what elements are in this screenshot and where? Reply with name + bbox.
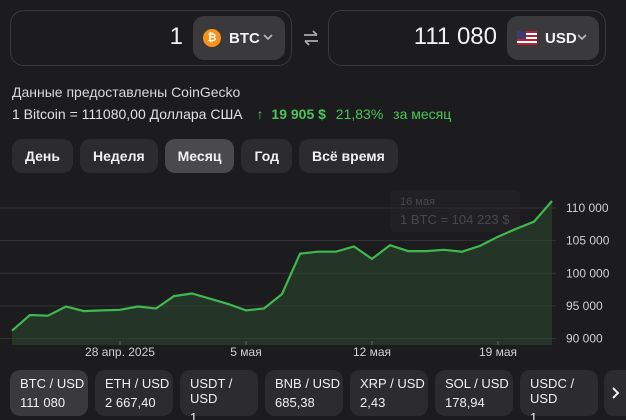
pair-value: 2 667,40 [105, 395, 156, 410]
arrow-up-icon: ↑ [256, 106, 264, 122]
pair-card-sol[interactable]: SOL / USD 178,94 [435, 370, 513, 416]
price-chart[interactable]: 16 мая 1 BTC = 104 223 $ 110 000 105 000 1… [0, 185, 626, 365]
chevron-down-icon [263, 34, 273, 41]
rate-change: 19 905 $ [271, 106, 326, 122]
chevron-down-icon [577, 34, 587, 41]
swap-icon[interactable] [300, 27, 322, 49]
rate-text: 1 Bitcoin = 111080,00 Доллара США [12, 106, 243, 122]
to-currency-select[interactable]: USD [507, 16, 599, 60]
y-tick-label: 90 000 [566, 331, 603, 345]
to-amount-input[interactable]: 111 080 [414, 23, 497, 51]
period-all-button[interactable]: Всё время [298, 139, 398, 173]
rate-percent: 21,83% [335, 106, 384, 122]
to-box: 111 080 USD [328, 10, 606, 66]
pair-card-usdt[interactable]: USDT / USD 1 [180, 370, 258, 420]
pair-card-bnb[interactable]: BNB / USD 685,38 [265, 370, 343, 416]
rate-line: 1 Bitcoin = 111080,00 Доллара США ↑ 19 9… [12, 106, 451, 122]
x-tick-label: 12 мая [353, 345, 391, 359]
to-currency-label: USD [545, 29, 577, 47]
period-year-button[interactable]: Год [241, 139, 292, 173]
pair-value: 2,43 [360, 395, 386, 410]
pair-card-xrp[interactable]: XRP / USD 2,43 [350, 370, 428, 416]
from-currency-select[interactable]: ₿ BTC [193, 16, 285, 60]
tooltip-value: 1 BTC = 104 223 $ [400, 212, 510, 227]
pair-value: 111 080 [20, 395, 66, 410]
pair-name: ETH / USD [105, 376, 170, 391]
scroll-right-button[interactable] [604, 370, 626, 416]
y-tick-label: 100 000 [566, 266, 610, 280]
pair-value: 1 [530, 410, 538, 420]
us-flag-icon [517, 31, 537, 45]
pair-name: USDC / USD [530, 376, 575, 406]
pair-name: BNB / USD [275, 376, 341, 391]
from-currency-label: BTC [229, 29, 260, 47]
period-week-button[interactable]: Неделя [80, 139, 158, 173]
pair-name: BTC / USD [20, 376, 85, 391]
bitcoin-icon: ₿ [203, 29, 221, 47]
period-selector: День Неделя Месяц Год Всё время [12, 139, 405, 173]
tooltip-date: 16 мая [400, 196, 435, 208]
y-tick-label: 95 000 [566, 299, 603, 313]
from-amount-input[interactable]: 1 [170, 23, 183, 51]
x-tick-label: 5 мая [230, 345, 261, 359]
y-tick-label: 110 000 [566, 201, 609, 215]
rate-period: за месяц [393, 106, 452, 122]
x-tick-label: 19 мая [479, 345, 517, 359]
pair-card-btc[interactable]: BTC / USD 111 080 [10, 370, 88, 416]
pair-card-usdc[interactable]: USDC / USD 1 [520, 370, 598, 420]
pair-value: 685,38 [275, 395, 315, 410]
x-tick-label: 28 апр. 2025 [85, 345, 155, 359]
chart-tooltip: 16 мая 1 BTC = 104 223 $ [390, 190, 520, 232]
pair-value: 1 [190, 410, 198, 420]
data-source: Данные предоставлены CoinGecko [12, 84, 241, 100]
pair-name: XRP / USD [360, 376, 425, 391]
converter: 1 ₿ BTC 111 080 USD [10, 10, 606, 66]
pair-value: 178,94 [445, 395, 485, 410]
chevron-right-icon [612, 387, 620, 399]
pair-name: USDT / USD [190, 376, 233, 406]
from-box: 1 ₿ BTC [10, 10, 292, 66]
period-month-button[interactable]: Месяц [164, 139, 235, 173]
pairs-list: BTC / USD 111 080 ETH / USD 2 667,40 USD… [10, 370, 605, 420]
pair-card-eth[interactable]: ETH / USD 2 667,40 [95, 370, 173, 416]
pair-name: SOL / USD [445, 376, 509, 391]
period-day-button[interactable]: День [12, 139, 73, 173]
y-tick-label: 105 000 [566, 234, 610, 248]
